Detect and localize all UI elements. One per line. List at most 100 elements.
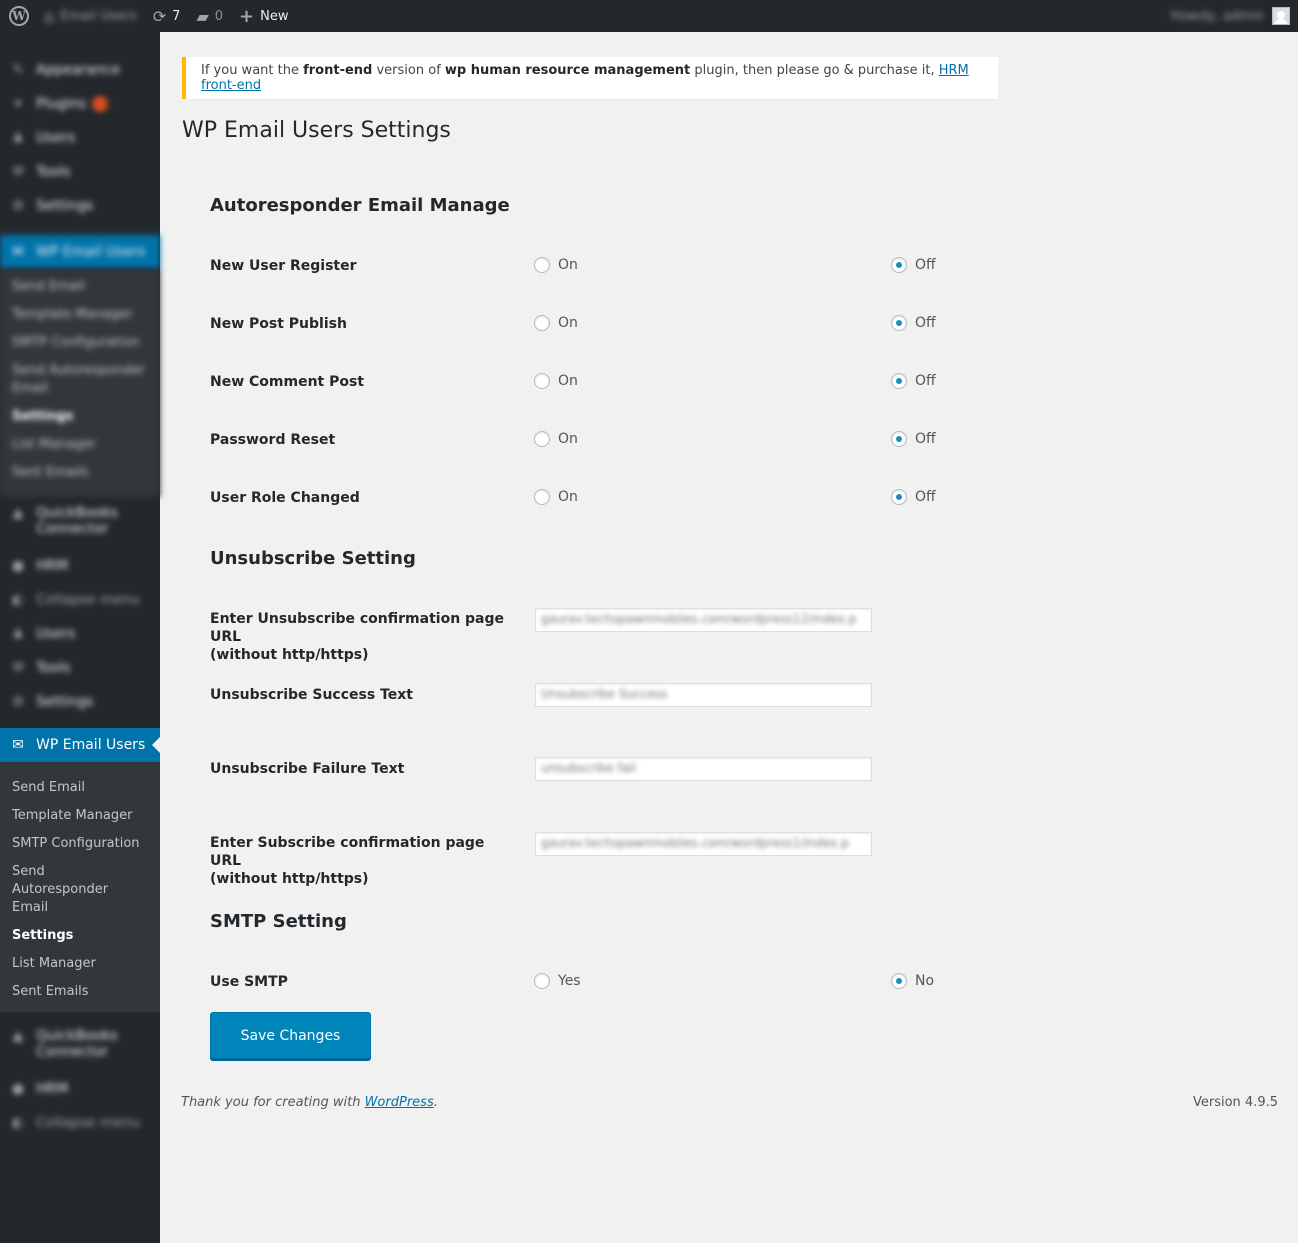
notice-bold-frontend: front-end xyxy=(303,63,373,78)
wordpress-logo-button[interactable]: W xyxy=(2,0,36,32)
radio-label: On xyxy=(558,315,578,331)
password-reset-on-radio[interactable]: On xyxy=(534,431,578,447)
sidebar-item-appearance[interactable]: ✎ Appearance xyxy=(0,53,160,87)
updates-link[interactable]: ⟳ 7 xyxy=(145,0,189,32)
page-title: WP Email Users Settings xyxy=(182,118,451,143)
new-label: New xyxy=(260,8,289,24)
unsubscribe-failure-input[interactable]: unsubscribe fail xyxy=(535,757,872,781)
submenu-sent-emails[interactable]: Sent Emails xyxy=(0,978,160,1006)
sidebar-item-hrm-2[interactable]: ● HRM xyxy=(0,1072,160,1106)
smtp-heading: SMTP Setting xyxy=(210,911,347,932)
footer-thanks-suffix: . xyxy=(433,1095,438,1110)
sidebar-item-tools-2[interactable]: ⚒ Tools xyxy=(0,651,160,685)
radio-on[interactable] xyxy=(534,373,550,389)
save-changes-button[interactable]: Save Changes xyxy=(210,1012,371,1059)
my-account-link[interactable]: Howdy, admin xyxy=(1171,7,1298,25)
radio-on[interactable] xyxy=(534,431,550,447)
new-post-publish-on-radio[interactable]: On xyxy=(534,315,578,331)
sidebar-item-tools[interactable]: ⚒ Tools xyxy=(0,155,160,189)
wordpress-logo-icon: W xyxy=(9,6,29,26)
submenu-item[interactable]: Send Email xyxy=(0,273,160,301)
submenu-item[interactable]: SMTP Configuration xyxy=(0,329,160,357)
settings-icon: ⚙ xyxy=(11,198,25,214)
submenu-item[interactable]: List Manager xyxy=(0,431,160,459)
sidebar-item-label: WP Email Users xyxy=(36,244,146,260)
password-reset-off-radio[interactable]: Off xyxy=(891,431,936,447)
sidebar-item-label: Settings xyxy=(36,198,94,214)
sidebar-item-quickbooks[interactable]: ▲ QuickBooks Connector xyxy=(0,497,160,549)
hrm-icon: ● xyxy=(11,558,25,574)
footer-thanks: Thank you for creating with WordPress. xyxy=(181,1095,438,1110)
sidebar-item-plugins[interactable]: ✦ Plugins xyxy=(0,87,160,121)
footer-thanks-prefix: Thank you for creating with xyxy=(181,1095,365,1110)
sidebar-item-users[interactable]: ♟ Users xyxy=(0,121,160,155)
sidebar-item-settings[interactable]: ⚙ Settings xyxy=(0,189,160,223)
unsubscribe-failure-label: Unsubscribe Failure Text xyxy=(210,760,510,778)
submenu-template-manager[interactable]: Template Manager xyxy=(0,802,160,830)
submenu-item[interactable]: Sent Emails xyxy=(0,459,160,487)
footer-version: Version 4.9.5 xyxy=(1192,1095,1278,1110)
quickbooks-icon: ▲ xyxy=(12,1028,24,1044)
site-name: Email Users xyxy=(60,8,137,24)
new-content-link[interactable]: + New xyxy=(231,0,296,32)
unsubscribe-success-label: Unsubscribe Success Text xyxy=(210,686,510,704)
wrench-icon: ⚒ xyxy=(11,164,25,180)
sidebar-item-quickbooks-2[interactable]: ▲ QuickBooks Connector xyxy=(0,1020,160,1072)
new-user-register-on-radio[interactable]: On xyxy=(534,257,578,273)
submenu-item[interactable]: Settings xyxy=(0,403,160,431)
unsubscribe-url-input[interactable]: gaurav.techspawnmobiles.com/wordpress12/… xyxy=(535,608,872,632)
sidebar-item-settings-2[interactable]: ⚙ Settings xyxy=(0,685,160,719)
radio-no[interactable] xyxy=(891,973,907,989)
submenu-item[interactable]: Send Autoresponder Email xyxy=(0,357,160,403)
submenu-send-email[interactable]: Send Email xyxy=(0,774,160,802)
wordpress-link[interactable]: WordPress xyxy=(365,1095,434,1110)
submenu-send-autoresponder-email[interactable]: Send Autoresponder Email xyxy=(0,858,140,922)
sidebar-item-label: HRM xyxy=(36,558,69,574)
submenu-smtp-configuration[interactable]: SMTP Configuration xyxy=(0,830,160,858)
sidebar-item-label: QuickBooks Connector xyxy=(36,1028,118,1060)
new-comment-post-on-radio[interactable]: On xyxy=(534,373,578,389)
radio-off[interactable] xyxy=(891,489,907,505)
user-role-changed-off-radio[interactable]: Off xyxy=(891,489,936,505)
collapse-menu-button[interactable]: ◐ Collapse menu xyxy=(0,583,160,617)
collapse-menu-button-2[interactable]: ◐ Collapse menu xyxy=(0,1106,160,1140)
new-comment-post-off-radio[interactable]: Off xyxy=(891,373,936,389)
user-role-changed-on-radio[interactable]: On xyxy=(534,489,578,505)
row-label: New User Register xyxy=(210,258,357,274)
radio-off[interactable] xyxy=(891,257,907,273)
new-user-register-off-radio[interactable]: Off xyxy=(891,257,936,273)
input-value: gaurav.techspawnmobiles.com/wordpress1/i… xyxy=(541,836,849,850)
subscribe-url-input[interactable]: gaurav.techspawnmobiles.com/wordpress1/i… xyxy=(535,832,872,856)
use-smtp-label: Use SMTP xyxy=(210,974,288,990)
radio-off[interactable] xyxy=(891,315,907,331)
sidebar-item-hrm[interactable]: ● HRM xyxy=(0,549,160,583)
notice-text: If you want the front-end version of wp … xyxy=(201,63,998,93)
radio-on[interactable] xyxy=(534,315,550,331)
radio-on[interactable] xyxy=(534,257,550,273)
radio-yes[interactable] xyxy=(534,973,550,989)
new-post-publish-off-radio[interactable]: Off xyxy=(891,315,936,331)
autoresponder-heading: Autoresponder Email Manage xyxy=(210,195,510,216)
submenu-item[interactable]: Template Manager xyxy=(0,301,160,329)
comments-link[interactable]: ▰ 0 xyxy=(188,0,231,32)
unsubscribe-success-input[interactable]: Unsubscribe Success xyxy=(535,683,872,707)
promo-notice: If you want the front-end version of wp … xyxy=(182,57,998,99)
use-smtp-no-radio[interactable]: No xyxy=(891,973,934,989)
submenu-list-manager[interactable]: List Manager xyxy=(0,950,160,978)
collapse-icon: ◐ xyxy=(11,592,25,608)
quickbooks-icon: ▲ xyxy=(12,505,24,521)
submenu-settings[interactable]: Settings xyxy=(0,922,160,950)
envelope-icon: ✉ xyxy=(12,737,24,753)
use-smtp-yes-radio[interactable]: Yes xyxy=(534,973,581,989)
unsubscribe-url-label: Enter Unsubscribe confirmation page URL … xyxy=(210,610,510,664)
sidebar-item-wp-email-users-dup[interactable]: ✉ WP Email Users xyxy=(0,235,160,269)
radio-off[interactable] xyxy=(891,373,907,389)
updates-icon: ⟳ xyxy=(152,6,167,26)
site-name-link[interactable]: ⌂ Email Users xyxy=(36,0,145,32)
radio-on[interactable] xyxy=(534,489,550,505)
row-label: Password Reset xyxy=(210,432,336,448)
radio-off[interactable] xyxy=(891,431,907,447)
radio-label: Off xyxy=(915,373,936,389)
sidebar-item-wp-email-users[interactable]: ✉ WP Email Users xyxy=(0,728,160,762)
sidebar-item-users-2[interactable]: ♟ Users xyxy=(0,617,160,651)
